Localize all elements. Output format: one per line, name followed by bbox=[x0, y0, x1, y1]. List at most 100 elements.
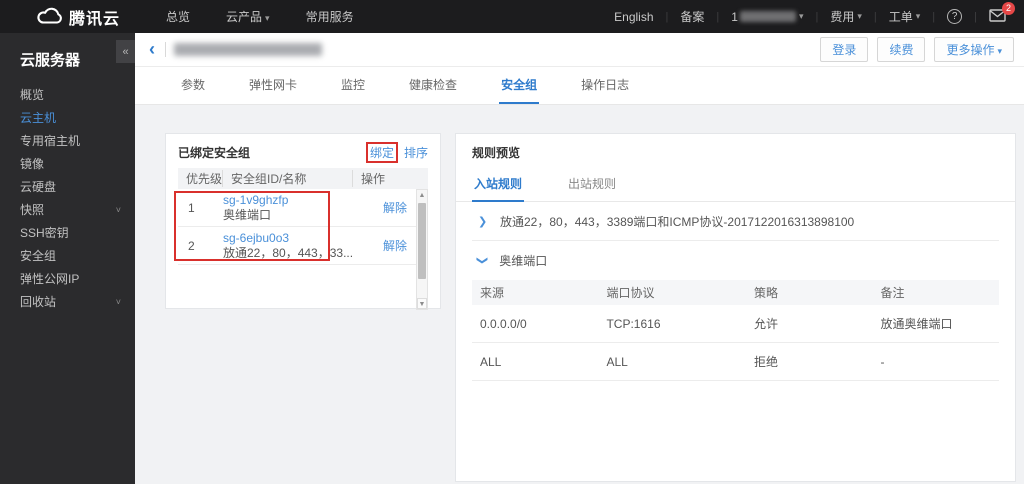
account-redacted bbox=[739, 11, 796, 22]
rules-table-header: 来源 端口协议 策略 备注 bbox=[472, 280, 999, 305]
annotation-box-bind: 绑定 bbox=[365, 142, 398, 163]
ticket-menu[interactable]: 工单 ▾ bbox=[889, 8, 921, 25]
sg-id-link[interactable]: sg-6ejbu0o3 bbox=[223, 231, 289, 245]
table-row: 1 sg-1v9ghzfp 奥维端口 解除 bbox=[178, 189, 428, 227]
detail-tabs: 参数 弹性网卡 监控 健康检查 安全组 操作日志 bbox=[135, 67, 1024, 104]
message-count-badge: 2 bbox=[1002, 1, 1015, 15]
bound-sg-table-header: 优先级 安全组ID/名称 操作 bbox=[178, 168, 428, 189]
tab-monitor[interactable]: 监控 bbox=[339, 67, 367, 104]
rule-group-expanded[interactable]: ❯ 奥维端口 bbox=[472, 241, 999, 280]
separator: | bbox=[932, 10, 936, 23]
sidebar-item-recycle-bin[interactable]: 回收站 ˅ bbox=[0, 291, 135, 314]
rule-policy: 允许 bbox=[754, 317, 779, 331]
priority-value: 2 bbox=[188, 238, 195, 253]
bound-panel-title: 已绑定安全组 bbox=[178, 146, 251, 160]
tab-inbound-rules[interactable]: 入站规则 bbox=[472, 167, 525, 202]
sidebar-item-security-group[interactable]: 安全组 bbox=[0, 245, 135, 268]
sort-link[interactable]: 排序 bbox=[404, 144, 428, 161]
login-button[interactable]: 登录 bbox=[820, 37, 869, 62]
sg-name: 放通22，80，443，33... bbox=[223, 245, 354, 260]
logo-text: 腾讯云 bbox=[69, 10, 121, 28]
table-row: 2 sg-6ejbu0o3 放通22，80，443，33... 解除 bbox=[178, 227, 428, 265]
tab-health-check[interactable]: 健康检查 bbox=[407, 67, 459, 104]
rule-port: TCP:1616 bbox=[606, 316, 661, 331]
sidebar-item-ssh-key[interactable]: SSH密钥 bbox=[0, 222, 135, 245]
cloud-icon bbox=[36, 6, 69, 28]
renew-button[interactable]: 续费 bbox=[877, 37, 926, 62]
caret-down-icon: ▾ bbox=[915, 11, 921, 21]
tab-operation-log[interactable]: 操作日志 bbox=[579, 67, 631, 104]
collapse-icon: « bbox=[122, 45, 129, 58]
tab-eni[interactable]: 弹性网卡 bbox=[247, 67, 299, 104]
rules-panel-title: 规则预览 bbox=[472, 146, 521, 160]
rules-table: 来源 端口协议 策略 备注 0.0.0.0/0 TCP:1616 允许 放通奥维… bbox=[472, 280, 999, 381]
bound-panel-links: 绑定 排序 bbox=[365, 142, 428, 163]
back-button[interactable]: ‹ bbox=[149, 40, 155, 58]
bind-link[interactable]: 绑定 bbox=[370, 146, 394, 160]
col-port-protocol: 端口协议 bbox=[606, 286, 655, 300]
separator: | bbox=[873, 10, 877, 23]
col-source: 来源 bbox=[480, 286, 505, 300]
caret-down-icon: ▾ bbox=[857, 11, 862, 21]
main-content: ‹ 登录 续费 更多操作 ▾ 参数 弹性网卡 监控 健康检查 安全组 操作日志 已… bbox=[135, 33, 1024, 484]
sidebar-item-cloud-disk[interactable]: 云硬盘 bbox=[0, 176, 135, 199]
chevron-down-icon: ❯ bbox=[476, 255, 489, 266]
help-icon[interactable]: ? bbox=[947, 9, 963, 24]
beian-link[interactable]: 备案 bbox=[680, 8, 704, 25]
separator: | bbox=[815, 10, 819, 23]
sidebar-item-snapshot[interactable]: 快照 ˅ bbox=[0, 199, 135, 222]
nav-common-services[interactable]: 常用服务 bbox=[306, 8, 354, 25]
separator: | bbox=[716, 10, 720, 23]
rule-group-name: 奥维端口 bbox=[499, 254, 548, 268]
caret-down-icon: ▾ bbox=[265, 13, 270, 23]
account-menu[interactable]: 1 ▾ bbox=[731, 10, 803, 24]
chevron-down-icon: ˅ bbox=[115, 297, 121, 307]
bound-sg-table-body: 1 sg-1v9ghzfp 奥维端口 解除 2 sg-6ejbu0o3 放通22… bbox=[174, 189, 428, 310]
billing-menu[interactable]: 费用 ▾ bbox=[830, 8, 862, 25]
sidebar-item-cvm[interactable]: 云主机 bbox=[0, 107, 135, 130]
sidebar-item-dedicated-host[interactable]: 专用宿主机 bbox=[0, 130, 135, 153]
sg-name: 奥维端口 bbox=[223, 207, 272, 222]
rule-policy: 拒绝 bbox=[754, 355, 779, 369]
tab-security-group[interactable]: 安全组 bbox=[499, 67, 540, 104]
bound-sg-table: 优先级 安全组ID/名称 操作 1 sg-1v9ghzfp 奥维端口 解除 2 bbox=[174, 168, 428, 310]
sidebar-title: 云服务器 bbox=[20, 52, 81, 69]
rule-note: - bbox=[880, 354, 885, 369]
bound-panel-header: 已绑定安全组 绑定 排序 bbox=[166, 134, 440, 168]
sidebar-item-overview[interactable]: 概览 bbox=[0, 84, 135, 107]
col-action: 操作 bbox=[361, 172, 386, 186]
nav-overview[interactable]: 总览 bbox=[166, 8, 190, 25]
bound-security-groups-panel: 已绑定安全组 绑定 排序 优先级 安全组ID/名称 操作 1 sg-1v9ghz… bbox=[165, 133, 441, 310]
sidebar-item-images[interactable]: 镜像 bbox=[0, 153, 135, 176]
scrollbar-thumb[interactable] bbox=[418, 203, 426, 279]
col-sg-id-name: 安全组ID/名称 bbox=[223, 170, 353, 187]
unbind-link[interactable]: 解除 bbox=[383, 201, 407, 215]
tencent-cloud-logo[interactable]: 腾讯云 bbox=[36, 5, 120, 29]
col-note: 备注 bbox=[880, 286, 905, 300]
col-priority: 优先级 bbox=[178, 170, 223, 187]
scroll-up-icon[interactable]: ▲ bbox=[417, 190, 427, 201]
scroll-down-icon[interactable]: ▼ bbox=[417, 298, 427, 309]
nav-cloud-products[interactable]: 云产品 ▾ bbox=[226, 8, 270, 25]
sidebar-item-eip[interactable]: 弹性公网IP bbox=[0, 268, 135, 291]
rules-tabs: 入站规则 出站规则 bbox=[456, 167, 1015, 202]
rule-note: 放通奥维端口 bbox=[880, 317, 953, 331]
rule-source: ALL bbox=[480, 354, 502, 369]
message-center[interactable]: 2 bbox=[989, 1, 1015, 25]
sidebar-collapse-button[interactable]: « bbox=[116, 40, 135, 63]
top-nav: 总览 云产品 ▾ 常用服务 bbox=[148, 8, 372, 25]
tab-outbound-rules[interactable]: 出站规则 bbox=[566, 167, 618, 201]
title-row: ‹ 登录 续费 更多操作 ▾ bbox=[135, 33, 1024, 67]
scrollbar[interactable]: ▲ ▼ bbox=[416, 189, 428, 310]
rule-group-collapsed[interactable]: ❯ 放通22，80，443，3389端口和ICMP协议-201712201631… bbox=[472, 202, 999, 241]
caret-down-icon: ▾ bbox=[798, 11, 804, 21]
unbind-link[interactable]: 解除 bbox=[383, 239, 407, 253]
tab-parameters[interactable]: 参数 bbox=[179, 67, 207, 104]
priority-value: 1 bbox=[188, 200, 195, 215]
more-actions-button[interactable]: 更多操作 ▾ bbox=[934, 37, 1014, 62]
col-policy: 策略 bbox=[754, 286, 779, 300]
topbar-right: English | 备案 | 1 ▾ | 费用 ▾ | 工单 ▾ | ? | 2 bbox=[614, 1, 1015, 25]
sg-id-link[interactable]: sg-1v9ghzfp bbox=[223, 193, 288, 207]
header-buttons: 登录 续费 更多操作 ▾ bbox=[811, 37, 1014, 62]
language-switch[interactable]: English bbox=[614, 10, 653, 24]
